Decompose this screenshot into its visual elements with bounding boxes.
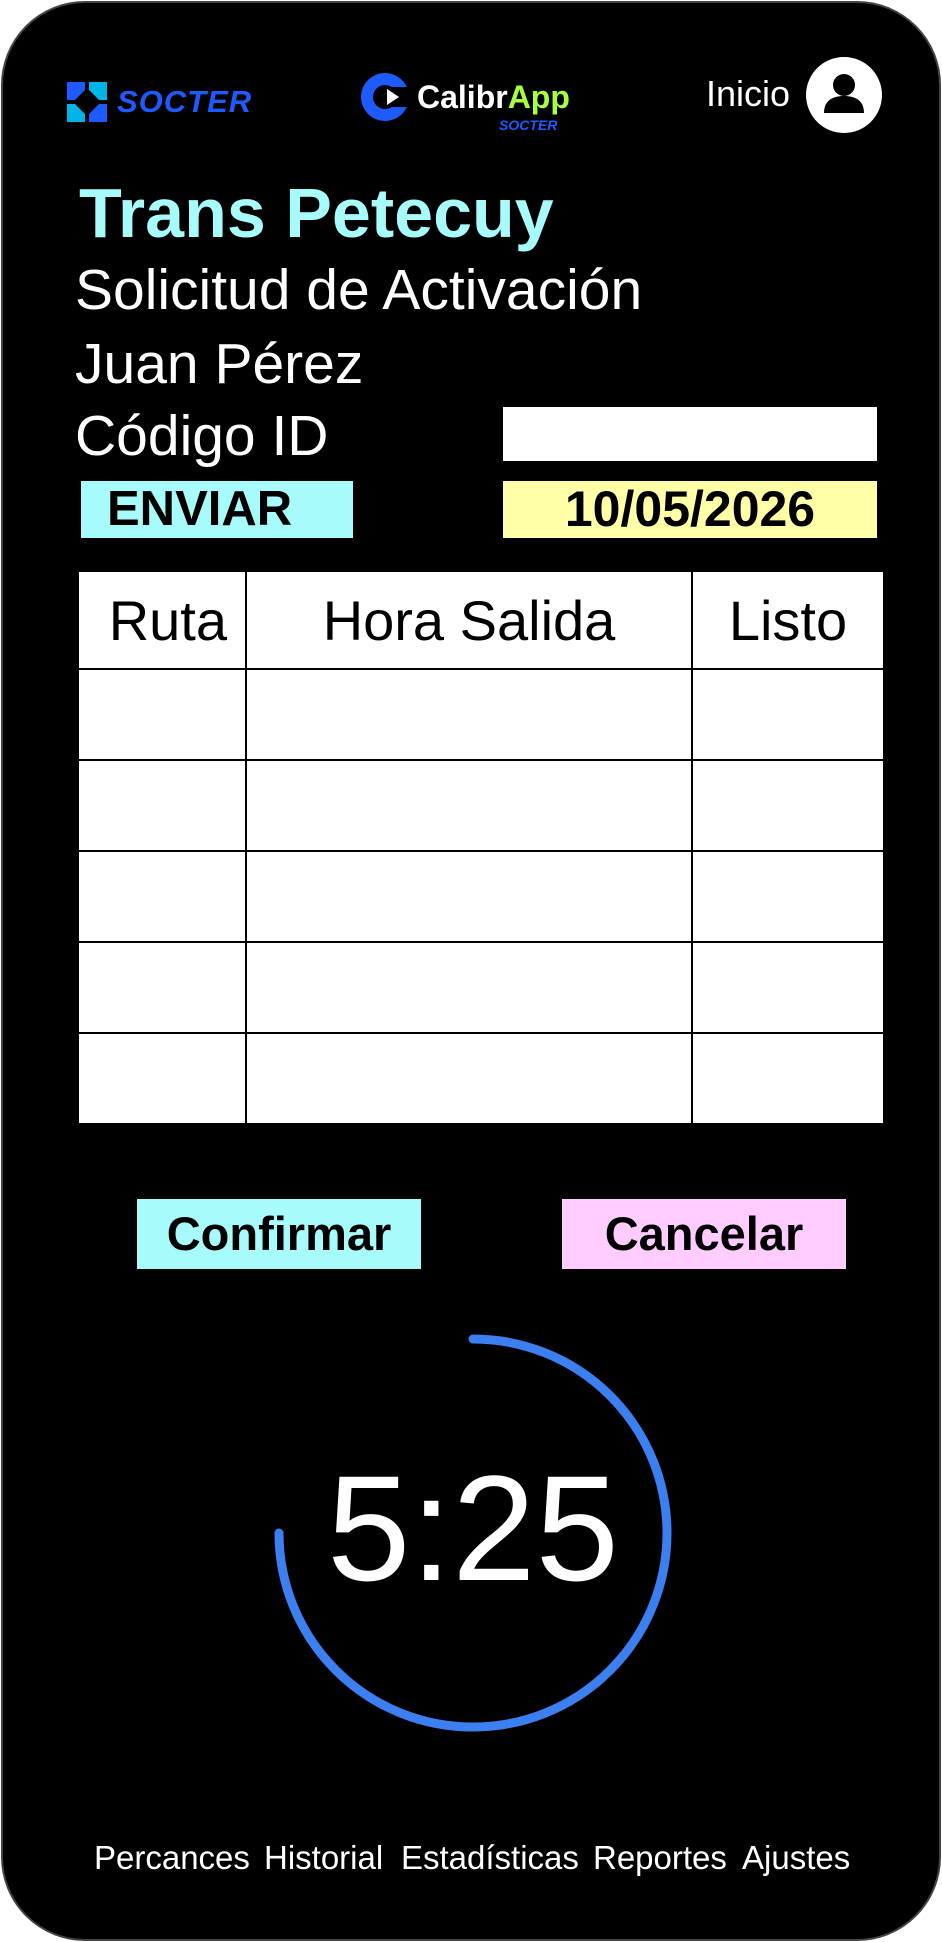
table-cell-hora-salida[interactable] <box>245 668 693 761</box>
nav-historial[interactable]: Historial <box>264 1839 383 1877</box>
calibrapp-logo-text-app: App <box>507 79 570 115</box>
table-cell-hora-salida[interactable] <box>245 941 693 1034</box>
table-cell-hora-salida[interactable] <box>245 759 693 852</box>
table-cell-listo[interactable] <box>691 941 885 1034</box>
nav-percances[interactable]: Percances <box>94 1839 250 1877</box>
calibrapp-logo-icon <box>361 73 411 121</box>
user-name: Juan Pérez <box>75 332 364 396</box>
column-header-ruta: Ruta <box>77 570 247 670</box>
table-header-row: Ruta Hora Salida Listo <box>77 570 885 670</box>
table-row[interactable] <box>77 1032 885 1125</box>
table-row[interactable] <box>77 850 885 943</box>
table-cell-hora-salida[interactable] <box>245 1032 693 1125</box>
user-icon[interactable] <box>806 57 882 133</box>
user-avatar-glyph <box>824 74 864 113</box>
calibrapp-logo-text: CalibrApp <box>417 79 570 116</box>
countdown-timer: 5:25 <box>327 1444 619 1612</box>
socter-logo-text: SOCTER <box>117 84 253 119</box>
table-cell-listo[interactable] <box>691 759 885 852</box>
table-cell-ruta[interactable] <box>77 1032 247 1125</box>
table-cell-ruta[interactable] <box>77 850 247 943</box>
table-row[interactable] <box>77 668 885 761</box>
calibrapp-logo[interactable]: CalibrApp SOCTER <box>359 65 589 135</box>
column-header-hora-salida: Hora Salida <box>245 570 693 670</box>
request-title: Solicitud de Activación <box>75 258 643 322</box>
nav-estadisticas[interactable]: Estadísticas <box>401 1839 579 1877</box>
nav-ajustes[interactable]: Ajustes <box>742 1839 850 1877</box>
table-cell-ruta[interactable] <box>77 941 247 1034</box>
company-name: Trans Petecuy <box>79 174 554 252</box>
send-button[interactable]: ENVIAR <box>81 481 353 538</box>
cancel-button[interactable]: Cancelar <box>562 1199 846 1269</box>
table-cell-listo[interactable] <box>691 850 885 943</box>
table-row[interactable] <box>77 941 885 1034</box>
routes-table: Ruta Hora Salida Listo <box>77 570 885 1125</box>
code-label: Código ID <box>75 404 329 468</box>
table-cell-ruta[interactable] <box>77 668 247 761</box>
calibrapp-logo-text-main: Calibr <box>417 79 508 115</box>
column-header-listo: Listo <box>691 570 885 670</box>
date-display: 10/05/2026 <box>503 481 877 538</box>
table-row[interactable] <box>77 759 885 852</box>
inicio-link[interactable]: Inicio <box>706 73 790 115</box>
table-cell-ruta[interactable] <box>77 759 247 852</box>
bottom-nav: Percances Historial Estadísticas Reporte… <box>3 1839 939 1889</box>
table-cell-listo[interactable] <box>691 1032 885 1125</box>
calibrapp-logo-subtext: SOCTER <box>499 117 558 133</box>
phone-screen: SOCTER CalibrApp SOCTER Inicio Trans Pet… <box>1 1 941 1941</box>
nav-reportes[interactable]: Reportes <box>593 1839 727 1877</box>
code-id-input[interactable] <box>503 407 877 461</box>
confirm-button[interactable]: Confirmar <box>137 1199 421 1269</box>
table-cell-hora-salida[interactable] <box>245 850 693 943</box>
socter-logo: SOCTER <box>65 77 252 127</box>
table-cell-listo[interactable] <box>691 668 885 761</box>
socter-logo-icon <box>67 82 107 122</box>
